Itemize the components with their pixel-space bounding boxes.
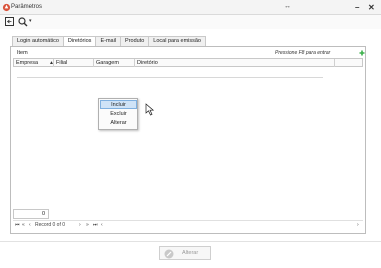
window-title: Parâmetros [11, 4, 43, 10]
column-header-empresa[interactable]: Empresa [14, 59, 54, 67]
scroll-left-icon[interactable]: ‹ [101, 221, 103, 229]
toolbar: ▾ [0, 15, 381, 29]
alter-button-label: Alterar [182, 250, 199, 256]
tab-email[interactable]: E-mail [95, 36, 122, 46]
record-navigator: ⏮ « ‹ Record 0 of 0 › » ⏭ ‹ › [13, 220, 363, 228]
record-count: 0 [13, 209, 49, 219]
tab-login-automatico[interactable]: Login automático [12, 36, 64, 46]
title-bar: Parâmetros ↔ – ✕ [0, 0, 381, 15]
menu-item-excluir[interactable]: Excluir [100, 110, 137, 119]
group-label: Item [17, 50, 28, 56]
tab-bar: Login automático Diretórios E-mail Produ… [12, 36, 206, 47]
hint-text: Pressione F8 para entrar [275, 50, 331, 56]
first-record-icon[interactable]: ⏮ [15, 221, 20, 229]
alter-button[interactable]: Alterar [159, 246, 211, 260]
grid-header: Empresa ▲ Filial Garagem Diretório [13, 58, 363, 67]
column-header-garagem[interactable]: Garagem [94, 59, 135, 67]
record-position-text: Record 0 of 0 [35, 222, 66, 228]
column-label: Garagem [96, 60, 119, 66]
previous-record-icon[interactable]: ‹ [29, 221, 31, 229]
column-label: Diretório [137, 60, 158, 66]
tab-panel-diretorios: Item Pressione F8 para entrar Empresa ▲ … [10, 46, 366, 234]
grid-divider [17, 77, 323, 78]
footer-divider [0, 241, 381, 242]
context-menu: Incluir Excluir Alterar [98, 98, 138, 130]
next-page-icon[interactable]: » [86, 221, 89, 229]
tab-local-para-emissao[interactable]: Local para emissão [148, 36, 206, 46]
maximize-icon[interactable]: ↔ [284, 3, 291, 10]
column-header-diretorio[interactable]: Diretório [135, 59, 335, 67]
column-header-filial[interactable]: Filial [54, 59, 94, 67]
search-icon[interactable] [18, 17, 28, 27]
scroll-right-icon[interactable]: › [357, 221, 359, 229]
edit-icon [164, 249, 174, 259]
minimize-icon[interactable]: – [355, 3, 359, 12]
menu-item-alterar[interactable]: Alterar [100, 119, 137, 128]
previous-page-icon[interactable]: « [22, 221, 25, 229]
app-icon [2, 3, 11, 12]
next-record-icon[interactable]: › [79, 221, 81, 229]
column-label: Empresa [16, 60, 39, 66]
mouse-cursor-icon [145, 103, 154, 116]
last-record-icon[interactable]: ⏭ [93, 221, 98, 229]
column-label: Filial [56, 60, 68, 66]
tab-produto[interactable]: Produto [120, 36, 150, 46]
chevron-down-icon[interactable]: ▾ [29, 18, 32, 24]
add-icon[interactable] [359, 50, 365, 56]
close-icon[interactable]: ✕ [368, 3, 375, 12]
menu-item-incluir[interactable]: Incluir [100, 100, 137, 109]
exit-icon[interactable] [5, 17, 14, 26]
